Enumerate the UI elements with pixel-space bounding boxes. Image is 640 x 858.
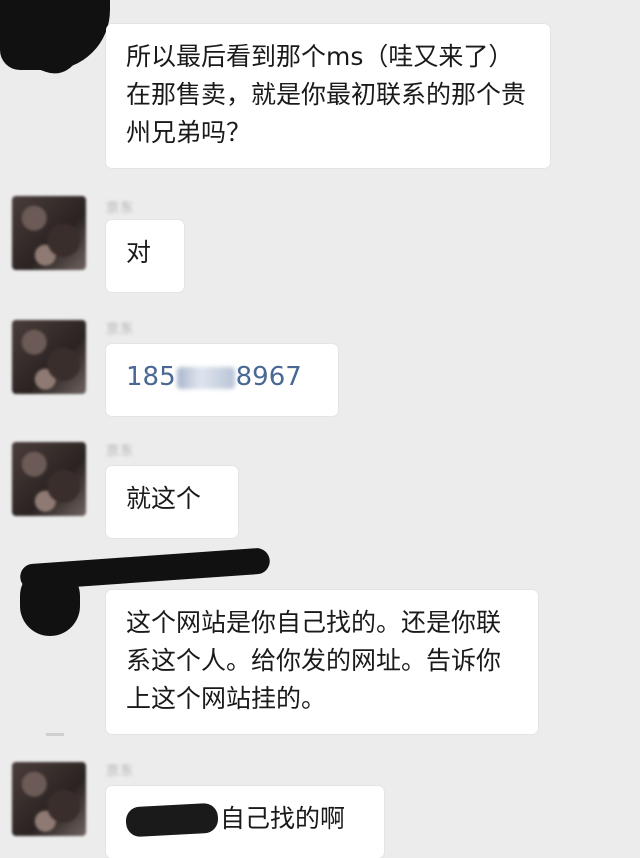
phone-prefix: 185 [126,362,176,392]
message-text: 自己找的啊 [220,804,346,833]
message-bubble[interactable]: 对 [106,220,184,292]
avatar[interactable] [12,320,86,394]
message-text: 所以最后看到那个ms（哇又来了）在那售卖，就是你最初联系的那个贵州兄弟吗？ [126,42,527,147]
avatar[interactable] [12,196,86,270]
sender-name: 京东 [106,322,135,337]
message-text: 这个网站是你自己找的。还是你联系这个人。给你发的网址。告诉你上这个网站挂的。 [126,608,502,713]
divider [46,733,64,736]
phone-link[interactable]: 185 8967 [126,362,302,392]
message-bubble[interactable]: 185 8967 [106,344,338,416]
redaction-scribble [20,566,80,636]
message-bubble[interactable]: 自己找的啊 [106,786,384,858]
avatar[interactable] [12,762,86,836]
message-text: 就这个 [126,484,202,513]
phone-suffix: 8967 [235,362,302,392]
message-text: 对 [126,238,152,267]
sender-name: 京东 [106,444,135,459]
message-bubble[interactable]: 就这个 [106,466,238,538]
redaction-scribble [125,802,219,838]
avatar[interactable] [12,442,86,516]
message-bubble[interactable]: 这个网站是你自己找的。还是你联系这个人。给你发的网址。告诉你上这个网站挂的。 [106,590,538,734]
redacted-digits [176,366,235,389]
message-bubble[interactable]: 所以最后看到那个ms（哇又来了）在那售卖，就是你最初联系的那个贵州兄弟吗？ [106,24,550,168]
sender-name: 京东 [106,764,135,779]
sender-name: 京东 [106,201,135,216]
